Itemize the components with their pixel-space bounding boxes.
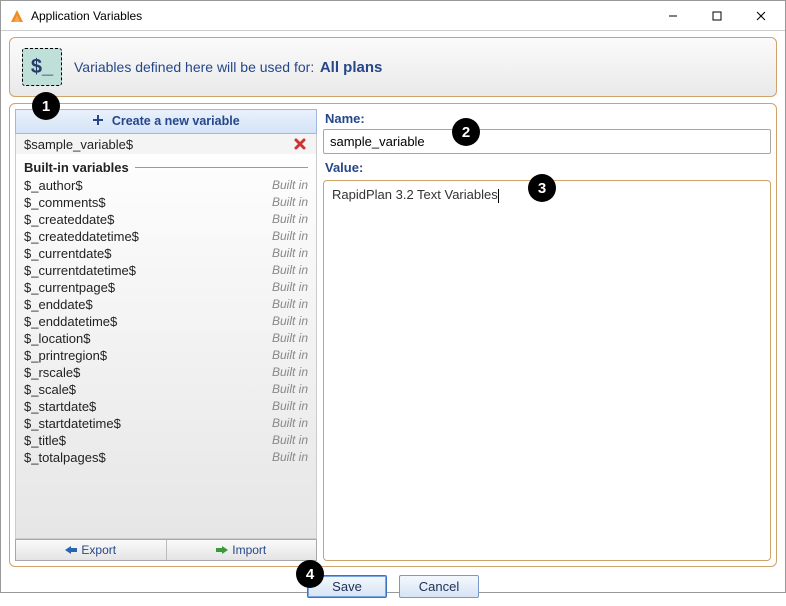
window-title: Application Variables — [31, 9, 651, 23]
builtin-tag: Built in — [272, 382, 308, 397]
value-text: RapidPlan 3.2 Text Variables — [332, 187, 498, 202]
builtin-variable-row[interactable]: $_enddate$ Built in — [16, 296, 316, 313]
delete-variable-icon[interactable] — [292, 136, 308, 152]
builtin-header: Built-in variables — [16, 154, 316, 177]
minimize-button[interactable] — [651, 2, 695, 30]
callout-1: 1 — [32, 92, 60, 120]
builtin-variable-row[interactable]: $_printregion$ Built in — [16, 347, 316, 364]
builtin-variable-row[interactable]: $_startdate$ Built in — [16, 398, 316, 415]
variable-name: $_comments$ — [24, 195, 106, 210]
variable-name: $_totalpages$ — [24, 450, 106, 465]
builtin-variable-row[interactable]: $_title$ Built in — [16, 432, 316, 449]
builtin-tag: Built in — [272, 212, 308, 227]
variable-name: $_startdate$ — [24, 399, 96, 414]
builtin-tag: Built in — [272, 399, 308, 414]
close-button[interactable] — [739, 2, 783, 30]
banner: $_ Variables defined here will be used f… — [9, 37, 777, 97]
variable-name: $_currentdatetime$ — [24, 263, 136, 278]
variable-name: $_startdatetime$ — [24, 416, 121, 431]
builtin-variable-row[interactable]: $_createddatetime$ Built in — [16, 228, 316, 245]
dialog-button-row: Save Cancel — [9, 567, 777, 598]
builtin-variable-row[interactable]: $_startdatetime$ Built in — [16, 415, 316, 432]
variable-list-panel: Create a new variable $sample_variable$ B… — [15, 109, 317, 561]
builtin-variable-row[interactable]: $_rscale$ Built in — [16, 364, 316, 381]
plus-icon — [92, 114, 104, 129]
builtin-tag: Built in — [272, 297, 308, 312]
app-icon — [9, 8, 25, 24]
text-cursor — [498, 189, 499, 203]
import-icon — [216, 545, 228, 555]
value-label: Value: — [325, 160, 771, 175]
name-input[interactable] — [323, 129, 771, 154]
builtin-tag: Built in — [272, 314, 308, 329]
dollar-icon: $_ — [22, 48, 62, 86]
variable-name: $_currentdate$ — [24, 246, 111, 261]
export-import-bar: Export Import — [15, 539, 317, 561]
callout-2: 2 — [452, 118, 480, 146]
export-button[interactable]: Export — [16, 540, 167, 560]
variable-name: $_createddatetime$ — [24, 229, 139, 244]
variable-name: $_currentpage$ — [24, 280, 115, 295]
variable-name: $sample_variable$ — [24, 137, 133, 152]
import-label: Import — [232, 543, 266, 557]
main-panel: Create a new variable $sample_variable$ B… — [9, 103, 777, 567]
builtin-variable-row[interactable]: $_createddate$ Built in — [16, 211, 316, 228]
builtin-tag: Built in — [272, 246, 308, 261]
name-label: Name: — [325, 111, 771, 126]
builtin-tag: Built in — [272, 263, 308, 278]
callout-3: 3 — [528, 174, 556, 202]
builtin-tag: Built in — [272, 178, 308, 193]
builtin-tag: Built in — [272, 229, 308, 244]
variable-name: $_scale$ — [24, 382, 76, 397]
create-variable-label: Create a new variable — [112, 114, 240, 128]
builtin-tag: Built in — [272, 348, 308, 363]
builtin-variable-row[interactable]: $_totalpages$ Built in — [16, 449, 316, 466]
create-variable-button[interactable]: Create a new variable — [15, 109, 317, 134]
builtin-variable-row[interactable]: $_location$ Built in — [16, 330, 316, 347]
builtin-variable-row[interactable]: $_scale$ Built in — [16, 381, 316, 398]
user-variable-row[interactable]: $sample_variable$ — [16, 134, 316, 154]
export-icon — [65, 545, 77, 555]
builtin-tag: Built in — [272, 195, 308, 210]
builtin-variable-row[interactable]: $_currentpage$ Built in — [16, 279, 316, 296]
variable-name: $_title$ — [24, 433, 66, 448]
callout-4: 4 — [296, 560, 324, 588]
banner-text: Variables defined here will be used for:… — [74, 59, 382, 76]
variable-name: $_enddatetime$ — [24, 314, 117, 329]
cancel-button[interactable]: Cancel — [399, 575, 479, 598]
value-input[interactable]: RapidPlan 3.2 Text Variables — [323, 180, 771, 561]
builtin-variable-row[interactable]: $_currentdatetime$ Built in — [16, 262, 316, 279]
variable-name: $_printregion$ — [24, 348, 107, 363]
export-label: Export — [81, 543, 116, 557]
builtin-variable-row[interactable]: $_comments$ Built in — [16, 194, 316, 211]
builtin-variable-row[interactable]: $_author$ Built in — [16, 177, 316, 194]
builtin-variable-row[interactable]: $_enddatetime$ Built in — [16, 313, 316, 330]
variable-list[interactable]: $sample_variable$ Built-in variables $_aut… — [15, 134, 317, 539]
builtin-header-label: Built-in variables — [24, 160, 129, 175]
variable-name: $_createddate$ — [24, 212, 114, 227]
variable-name: $_author$ — [24, 178, 83, 193]
builtin-variable-row[interactable]: $_currentdate$ Built in — [16, 245, 316, 262]
banner-scope: All plans — [320, 59, 383, 76]
maximize-button[interactable] — [695, 2, 739, 30]
variable-name: $_enddate$ — [24, 297, 93, 312]
banner-label: Variables defined here will be used for: — [74, 59, 314, 75]
builtin-tag: Built in — [272, 280, 308, 295]
builtin-tag: Built in — [272, 365, 308, 380]
builtin-tag: Built in — [272, 433, 308, 448]
import-button[interactable]: Import — [167, 540, 317, 560]
builtin-tag: Built in — [272, 416, 308, 431]
title-bar: Application Variables — [1, 1, 785, 31]
variable-name: $_location$ — [24, 331, 91, 346]
variable-name: $_rscale$ — [24, 365, 80, 380]
builtin-tag: Built in — [272, 331, 308, 346]
builtin-tag: Built in — [272, 450, 308, 465]
